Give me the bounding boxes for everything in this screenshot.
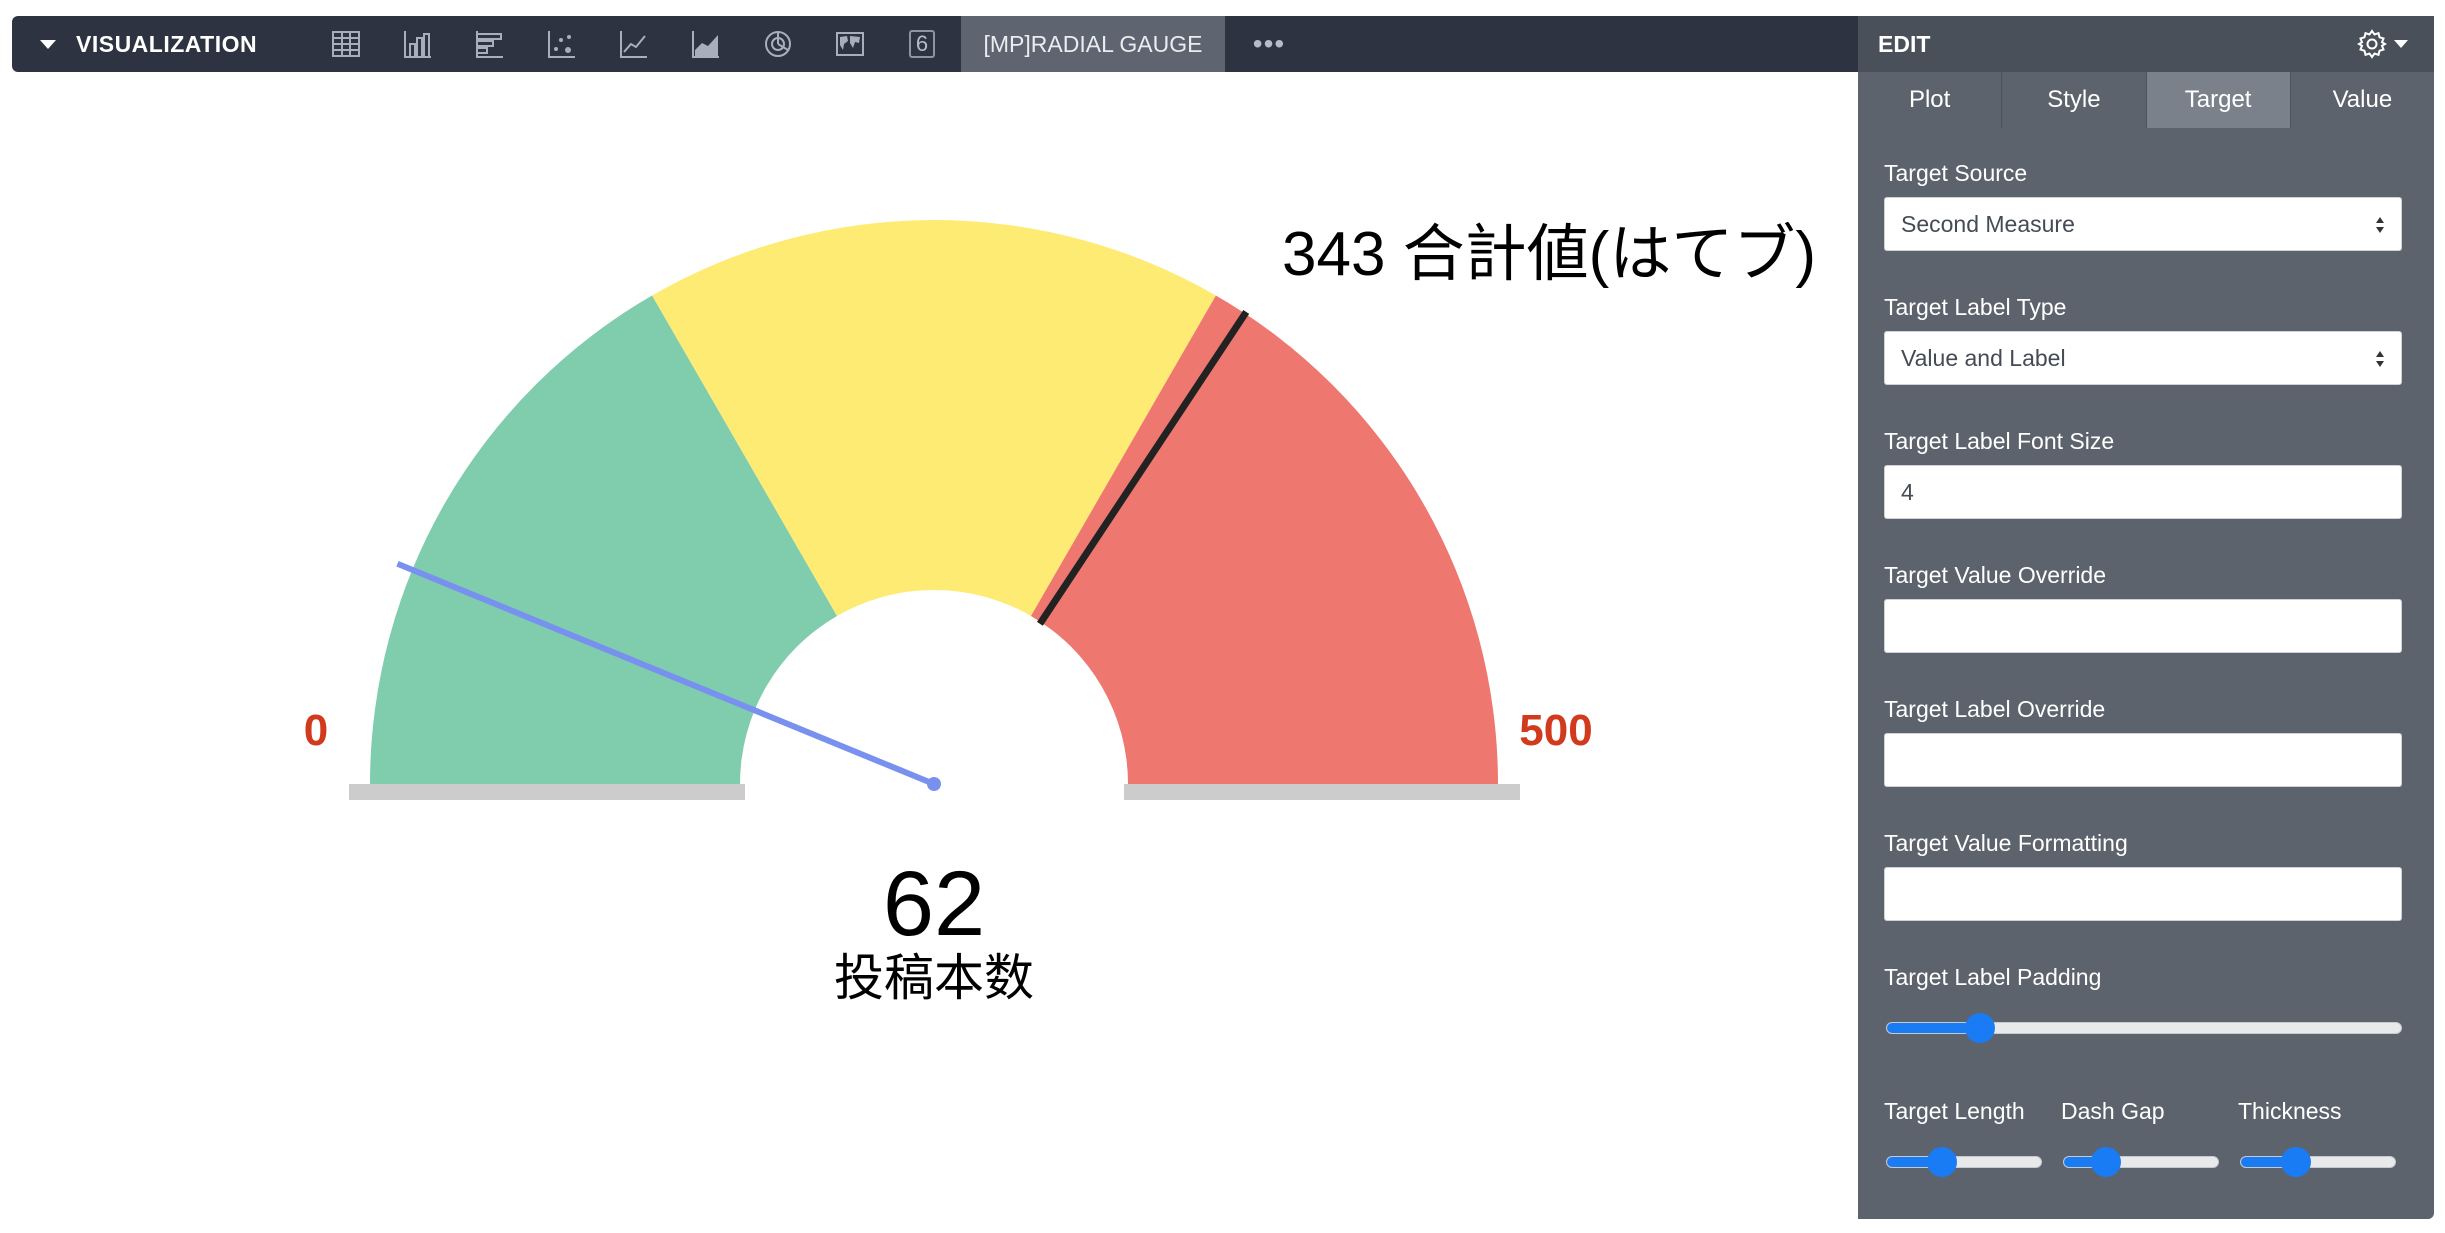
gauge-base-left xyxy=(349,784,745,800)
tab-style[interactable]: Style xyxy=(2002,72,2147,128)
target-label-font-size-input[interactable]: 4 xyxy=(1884,465,2402,519)
pie-chart-icon[interactable] xyxy=(762,28,794,60)
target-label-font-size-label: Target Label Font Size xyxy=(1884,428,2115,454)
tab-target[interactable]: Target xyxy=(2146,72,2291,128)
visualization-collapse-toggle[interactable]: VISUALIZATION xyxy=(40,16,257,72)
slider-thumb[interactable] xyxy=(1926,1147,1957,1177)
dash-gap-label: Dash Gap xyxy=(2061,1098,2165,1124)
gauge-min-label: 0 xyxy=(304,706,328,755)
target-label-font-size-value: 4 xyxy=(1901,478,1914,505)
needle-hub xyxy=(927,777,941,791)
thickness-slider[interactable] xyxy=(2240,1147,2396,1177)
target-label-override-input[interactable] xyxy=(1884,733,2402,787)
dash-gap-slider[interactable] xyxy=(2063,1147,2219,1177)
target-value-override-input[interactable] xyxy=(1884,599,2402,653)
slider-thumb[interactable] xyxy=(2280,1147,2311,1177)
target-label: 343 合計値(はてブ) xyxy=(1282,220,1816,289)
edit-header: EDIT xyxy=(1858,16,2434,72)
target-source-label: Target Source xyxy=(1884,160,2028,186)
target-label-override-label: Target Label Override xyxy=(1884,696,2106,722)
target-label-padding-label: Target Label Padding xyxy=(1884,964,2102,990)
slider-thumb[interactable] xyxy=(1964,1013,1995,1043)
line-chart-icon[interactable] xyxy=(618,28,650,60)
settings-menu-button[interactable] xyxy=(2356,28,2408,60)
target-source-value: Second Measure xyxy=(1901,210,2075,237)
area-chart-icon[interactable] xyxy=(690,28,722,60)
more-options-icon[interactable]: ••• xyxy=(1224,16,1314,72)
target-label-type-select[interactable]: Value and Label xyxy=(1884,331,2402,385)
gauge-value-label: 投稿本数 xyxy=(834,949,1034,1007)
column-chart-icon[interactable] xyxy=(402,28,434,60)
bar-chart-icon[interactable] xyxy=(474,28,506,60)
edit-title: EDIT xyxy=(1878,30,1931,57)
target-label-type-label: Target Label Type xyxy=(1884,294,2067,320)
tab-plot[interactable]: Plot xyxy=(1858,72,2003,128)
target-label-padding-slider[interactable] xyxy=(1886,1013,2402,1043)
single-value-button[interactable]: 6 xyxy=(906,28,938,60)
target-value-override-label: Target Value Override xyxy=(1884,562,2107,588)
visualization-toolbar: VISUALIZATION 6 [MP]RADIAL GAUGE ••• xyxy=(12,16,1858,72)
target-length-slider[interactable] xyxy=(1886,1147,2042,1177)
target-length-label: Target Length xyxy=(1884,1098,2025,1124)
select-arrows-icon xyxy=(2376,217,2384,233)
thickness-label: Thickness xyxy=(2238,1098,2342,1124)
tab-value[interactable]: Value xyxy=(2290,72,2434,128)
map-icon[interactable] xyxy=(834,28,866,60)
gauge-max-label: 500 xyxy=(1519,706,1592,755)
visualization-title: VISUALIZATION xyxy=(76,30,258,57)
target-value-formatting-input[interactable] xyxy=(1884,867,2402,921)
gauge-base-right xyxy=(1124,784,1520,800)
gauge-value: 62 xyxy=(883,853,985,955)
target-source-select[interactable]: Second Measure xyxy=(1884,197,2402,251)
gear-icon xyxy=(2357,29,2387,59)
caret-down-icon xyxy=(40,39,56,49)
gauge-bands xyxy=(370,220,1498,784)
single-value-icon: 6 xyxy=(909,30,935,58)
target-label-type-value: Value and Label xyxy=(1901,344,2066,371)
select-arrows-icon xyxy=(2376,351,2384,367)
table-icon[interactable] xyxy=(330,28,362,60)
slider-thumb[interactable] xyxy=(2091,1147,2122,1177)
edit-tabs: Plot Style Target Value xyxy=(1858,72,2434,128)
radial-gauge-tab[interactable]: [MP]RADIAL GAUGE xyxy=(961,16,1225,72)
edit-panel: EDIT Plot Style Target Value Target Sour… xyxy=(1858,16,2434,1219)
target-value-formatting-label: Target Value Formatting xyxy=(1884,830,2128,856)
caret-down-icon xyxy=(2394,40,2408,48)
radial-gauge-chart: 343 合計値(はてブ) 0 500 62 投稿本数 xyxy=(304,220,1816,1007)
scatter-chart-icon[interactable] xyxy=(546,28,578,60)
